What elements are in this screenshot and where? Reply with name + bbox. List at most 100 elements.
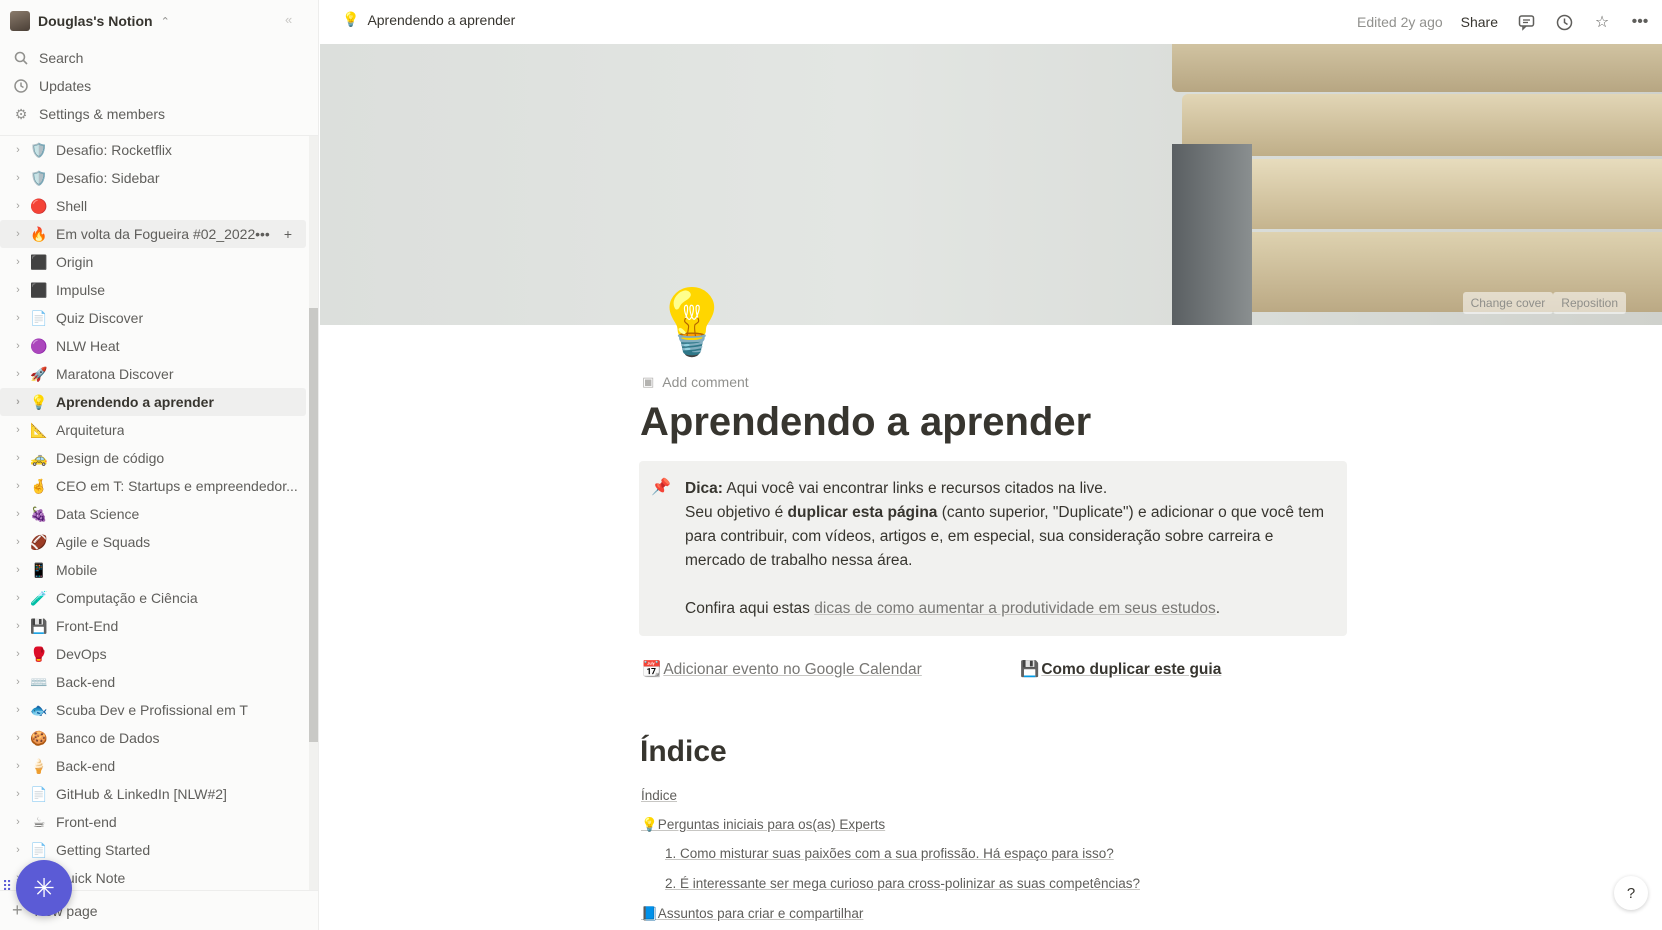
page-emoji-icon: 🍇 — [30, 505, 48, 522]
sidebar-search[interactable]: Search — [0, 44, 319, 72]
chevron-right-icon[interactable]: › — [10, 228, 26, 240]
sidebar-page-item[interactable]: › ⬛ Impulse — [0, 276, 306, 304]
chevron-right-icon[interactable]: › — [10, 200, 26, 212]
sidebar-page-label: Maratona Discover — [56, 366, 174, 382]
sidebar-page-item[interactable]: › ⌨️ Back-end — [0, 668, 306, 696]
change-cover-button[interactable]: Change cover — [1462, 292, 1554, 314]
indice-heading[interactable]: Índice — [640, 735, 727, 769]
history-icon[interactable] — [1554, 12, 1574, 32]
sidebar-page-item[interactable]: › 📄 GitHub & LinkedIn [NLW#2] — [0, 780, 306, 808]
sidebar-page-item[interactable]: › 🐟 Scuba Dev e Profissional em T — [0, 696, 306, 724]
chevron-right-icon[interactable]: › — [10, 368, 26, 380]
chevron-right-icon[interactable]: › — [10, 480, 26, 492]
sidebar-page-item[interactable]: › 🟣 NLW Heat — [0, 332, 306, 360]
reposition-button[interactable]: Reposition — [1553, 292, 1626, 314]
chevron-right-icon[interactable]: › — [10, 844, 26, 856]
sidebar-page-item[interactable]: › 🍦 Back-end — [0, 752, 306, 780]
more-icon[interactable]: ••• — [255, 226, 270, 242]
sidebar-page-item[interactable]: › ☕ Front-end — [0, 808, 306, 836]
chevron-right-icon[interactable]: › — [10, 508, 26, 520]
sidebar-page-item[interactable]: › 🔴 Shell — [0, 192, 306, 220]
sidebar-page-item[interactable]: › ⬛ Origin — [0, 248, 306, 276]
sidebar-page-item[interactable]: › 💡 Aprendendo a aprender — [0, 388, 306, 416]
share-button[interactable]: Share — [1461, 14, 1498, 30]
sidebar-page-item[interactable]: › 🚕 Design de código — [0, 444, 306, 472]
clock-icon — [13, 78, 29, 94]
sidebar-settings[interactable]: ⚙ Settings & members — [0, 100, 319, 128]
duplicate-guide-link[interactable]: 💾 Como duplicar este guia — [1020, 660, 1221, 679]
workspace-name: Douglas's Notion — [38, 13, 153, 29]
page-emoji-icon: 🍦 — [30, 757, 48, 774]
more-icon[interactable]: ••• — [1630, 12, 1650, 32]
chevron-right-icon[interactable]: › — [10, 536, 26, 548]
books-illustration — [1172, 44, 1662, 325]
sidebar-page-item[interactable]: › 📱 Mobile — [0, 556, 306, 584]
sidebar-page-item[interactable]: › 🍇 Data Science — [0, 500, 306, 528]
chevron-right-icon[interactable]: › — [10, 256, 26, 268]
sidebar-page-item[interactable]: › 🛡️ Desafio: Rocketflix — [0, 136, 306, 164]
chevron-right-icon[interactable]: › — [10, 396, 26, 408]
chevron-right-icon[interactable]: › — [10, 732, 26, 744]
scrollbar-thumb[interactable] — [309, 308, 318, 742]
sidebar-page-item[interactable]: › 🛡️ Desafio: Sidebar — [0, 164, 306, 192]
breadcrumb[interactable]: 💡 Aprendendo a aprender — [342, 11, 515, 28]
toc-item[interactable]: 2. É interessante ser mega curioso para … — [665, 876, 1140, 891]
chevron-right-icon[interactable]: › — [10, 144, 26, 156]
sidebar-page-label: Data Science — [56, 506, 140, 522]
sidebar-page-item[interactable]: › 🍪 Banco de Dados — [0, 724, 306, 752]
sidebar-scrollbar[interactable] — [309, 136, 318, 890]
productivity-tips-link[interactable]: dicas de como aumentar a produtividade e… — [814, 600, 1216, 617]
sidebar-page-item[interactable]: › 🚀 Maratona Discover — [0, 360, 306, 388]
sidebar-page-item[interactable]: › 🧪 Computação e Ciência — [0, 584, 306, 612]
sidebar-page-label: Scuba Dev e Profissional em T — [56, 702, 248, 718]
sidebar-page-item[interactable]: › 📐 Arquitetura — [0, 416, 306, 444]
chevron-right-icon[interactable]: › — [10, 452, 26, 464]
sidebar-page-item[interactable]: › 💾 Front-End — [0, 612, 306, 640]
toc-item[interactable]: 💡Perguntas iniciais para os(as) Experts — [641, 817, 885, 833]
page-title[interactable]: Aprendendo a aprender — [640, 400, 1091, 445]
page-emoji-icon: 📄 — [30, 841, 48, 858]
sidebar-page-label: Front-End — [56, 618, 119, 634]
chevron-right-icon[interactable]: › — [10, 312, 26, 324]
chevron-right-icon[interactable]: › — [10, 284, 26, 296]
chevron-right-icon[interactable]: › — [10, 172, 26, 184]
sidebar-page-item[interactable]: › 🔥 Em volta da Fogueira #02_2022 ••• + — [0, 220, 306, 248]
chevron-right-icon[interactable]: › — [10, 648, 26, 660]
edited-timestamp[interactable]: Edited 2y ago — [1357, 14, 1443, 30]
chevron-right-icon[interactable]: › — [10, 676, 26, 688]
sidebar-page-item[interactable]: › 🏈 Agile e Squads — [0, 528, 306, 556]
chevron-right-icon[interactable]: › — [10, 564, 26, 576]
star-icon[interactable]: ☆ — [1592, 12, 1612, 32]
sidebar-page-item[interactable]: › 📄 Quiz Discover — [0, 304, 306, 332]
chevron-right-icon[interactable]: › — [10, 620, 26, 632]
sidebar-page-item[interactable]: › 🤞 CEO em T: Startups e empreendedor... — [0, 472, 306, 500]
drag-handle-icon[interactable]: ⠿ — [2, 878, 12, 895]
add-subpage-icon[interactable]: + — [284, 226, 292, 242]
chevron-right-icon[interactable]: › — [10, 788, 26, 800]
chevron-right-icon[interactable]: › — [10, 424, 26, 436]
sidebar-page-item[interactable]: › 🥊 DevOps — [0, 640, 306, 668]
google-calendar-link[interactable]: 📆 Adicionar evento no Google Calendar — [642, 660, 922, 679]
breadcrumb-title: Aprendendo a aprender — [367, 11, 516, 28]
workspace-switcher[interactable]: Douglas's Notion ⌃ — [10, 8, 170, 34]
page-icon[interactable]: 💡 — [652, 282, 732, 362]
chevron-right-icon[interactable]: › — [10, 592, 26, 604]
toc-item[interactable]: 📘Assuntos para criar e compartilhar — [641, 906, 863, 922]
toc-item[interactable]: Índice — [641, 788, 677, 803]
chevron-right-icon[interactable]: › — [10, 340, 26, 352]
chevron-right-icon[interactable]: › — [10, 816, 26, 828]
comments-icon[interactable] — [1516, 12, 1536, 32]
help-button[interactable]: ? — [1614, 876, 1648, 910]
add-comment-button[interactable]: ▣ Add comment — [642, 374, 749, 390]
sidebar-page-label: Front-end — [56, 814, 117, 830]
sidebar-updates[interactable]: Updates — [0, 72, 319, 100]
sidebar-page-label: Origin — [56, 254, 94, 270]
page-emoji-icon: 📐 — [30, 421, 48, 438]
collapse-sidebar-icon[interactable]: « — [285, 12, 292, 27]
page-emoji-icon: 🔥 — [30, 225, 48, 242]
toc-item[interactable]: 1. Como misturar suas paixões com a sua … — [665, 846, 1114, 861]
chevron-right-icon[interactable]: › — [10, 760, 26, 772]
assistant-fab-button[interactable]: ✳ — [16, 860, 72, 916]
callout-block[interactable]: 📌 Dica: Aqui você vai encontrar links e … — [639, 461, 1347, 636]
chevron-right-icon[interactable]: › — [10, 704, 26, 716]
